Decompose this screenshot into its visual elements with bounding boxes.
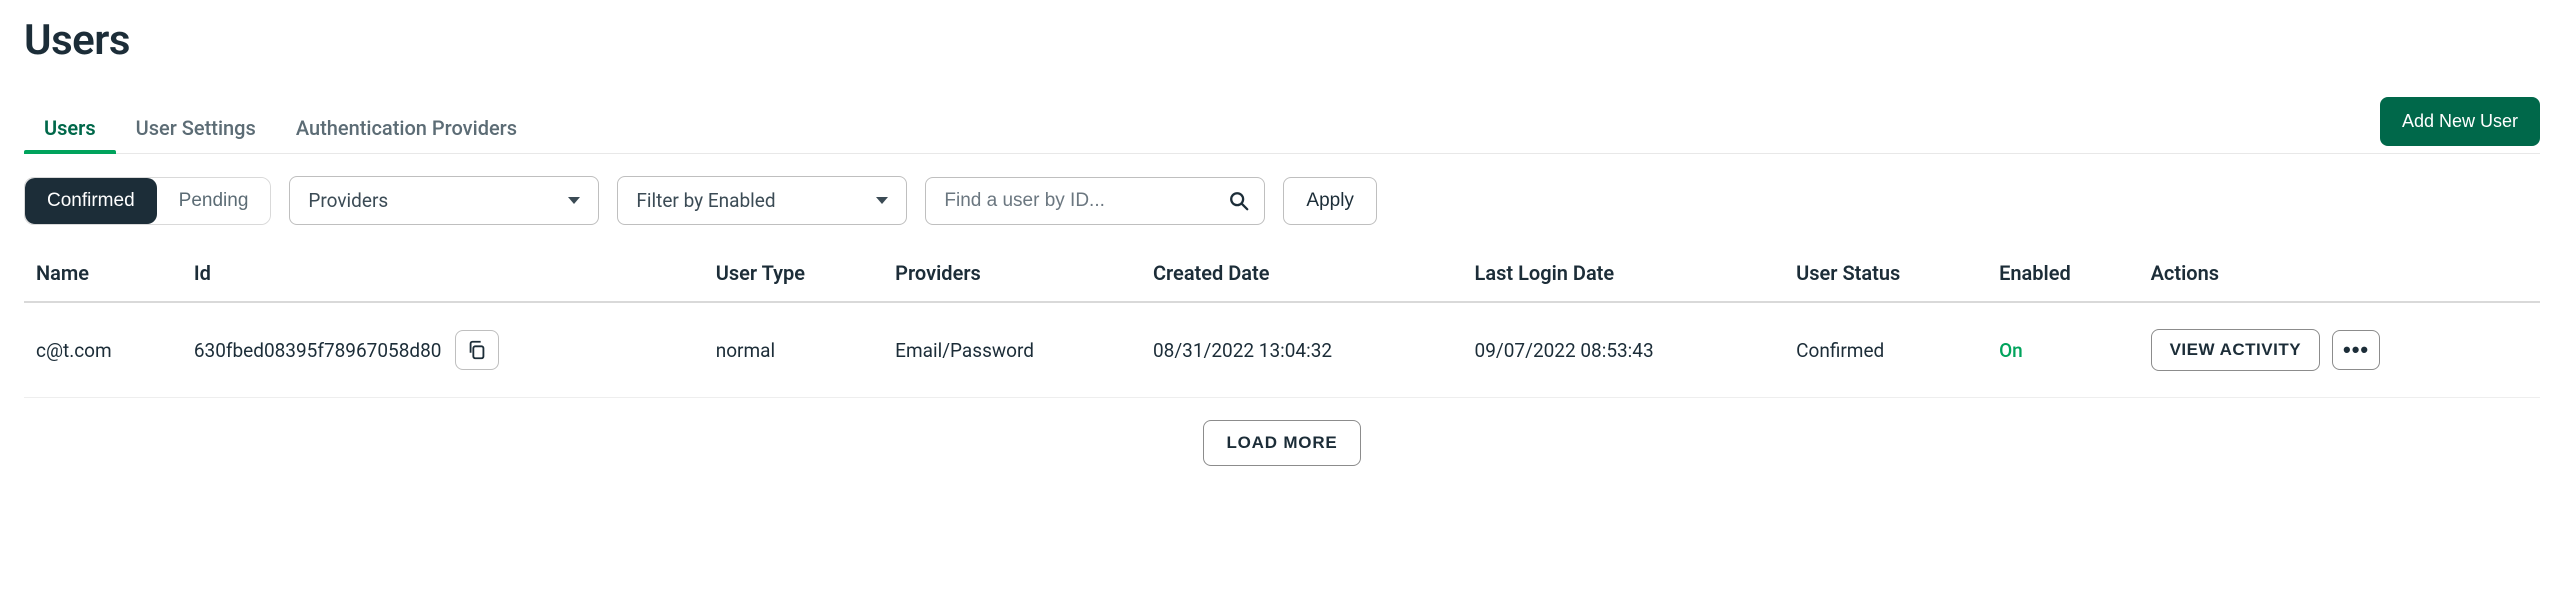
toggle-confirmed[interactable]: Confirmed [25, 178, 157, 224]
search-wrap [925, 177, 1265, 225]
cell-enabled: On [1987, 302, 2138, 398]
th-providers: Providers [883, 245, 1141, 302]
providers-select-label: Providers [308, 189, 388, 212]
th-actions: Actions [2139, 245, 2540, 302]
cell-last-login-date: 09/07/2022 08:53:43 [1463, 302, 1785, 398]
tab-row: Users User Settings Authentication Provi… [24, 101, 2540, 154]
load-more-wrap: LOAD MORE [24, 398, 2540, 488]
tabs: Users User Settings Authentication Provi… [24, 101, 537, 153]
providers-select[interactable]: Providers [289, 176, 599, 225]
th-last-login-date: Last Login Date [1463, 245, 1785, 302]
status-toggle-group: Confirmed Pending [24, 177, 271, 225]
table-header-row: Name Id User Type Providers Created Date… [24, 245, 2540, 302]
copy-id-button[interactable] [455, 330, 499, 370]
cell-user-status: Confirmed [1784, 302, 1987, 398]
cell-name: c@t.com [24, 302, 182, 398]
add-user-button[interactable]: Add New User [2380, 97, 2540, 146]
enabled-value: On [1999, 339, 2023, 362]
th-name: Name [24, 245, 182, 302]
tab-user-settings[interactable]: User Settings [116, 102, 276, 154]
page-title: Users [24, 16, 2540, 65]
id-value: 630fbed08395f78967058d80 [194, 339, 442, 362]
copy-icon [466, 339, 488, 361]
apply-button[interactable]: Apply [1283, 177, 1377, 225]
cell-providers: Email/Password [883, 302, 1141, 398]
caret-icon [568, 197, 580, 204]
search-input[interactable] [944, 178, 1228, 224]
load-more-button[interactable]: LOAD MORE [1203, 420, 1360, 466]
table-row: c@t.com 630fbed08395f78967058d80 normal … [24, 302, 2540, 398]
th-id: Id [182, 245, 704, 302]
cell-created-date: 08/31/2022 13:04:32 [1141, 302, 1463, 398]
th-created-date: Created Date [1141, 245, 1463, 302]
tab-users[interactable]: Users [24, 102, 116, 154]
cell-user-type: normal [704, 302, 883, 398]
view-activity-button[interactable]: VIEW ACTIVITY [2151, 329, 2321, 371]
tab-auth-providers[interactable]: Authentication Providers [276, 102, 537, 154]
filter-row: Confirmed Pending Providers Filter by En… [24, 154, 2540, 245]
th-enabled: Enabled [1987, 245, 2138, 302]
cell-id: 630fbed08395f78967058d80 [182, 302, 704, 398]
th-user-type: User Type [704, 245, 883, 302]
toggle-pending[interactable]: Pending [157, 178, 271, 224]
th-user-status: User Status [1784, 245, 1987, 302]
more-actions-button[interactable]: ••• [2332, 330, 2380, 370]
enabled-select-label: Filter by Enabled [636, 189, 775, 212]
users-table: Name Id User Type Providers Created Date… [24, 245, 2540, 398]
search-icon [1228, 190, 1250, 212]
cell-actions: VIEW ACTIVITY ••• [2139, 302, 2540, 398]
enabled-select[interactable]: Filter by Enabled [617, 176, 907, 225]
caret-icon [876, 197, 888, 204]
